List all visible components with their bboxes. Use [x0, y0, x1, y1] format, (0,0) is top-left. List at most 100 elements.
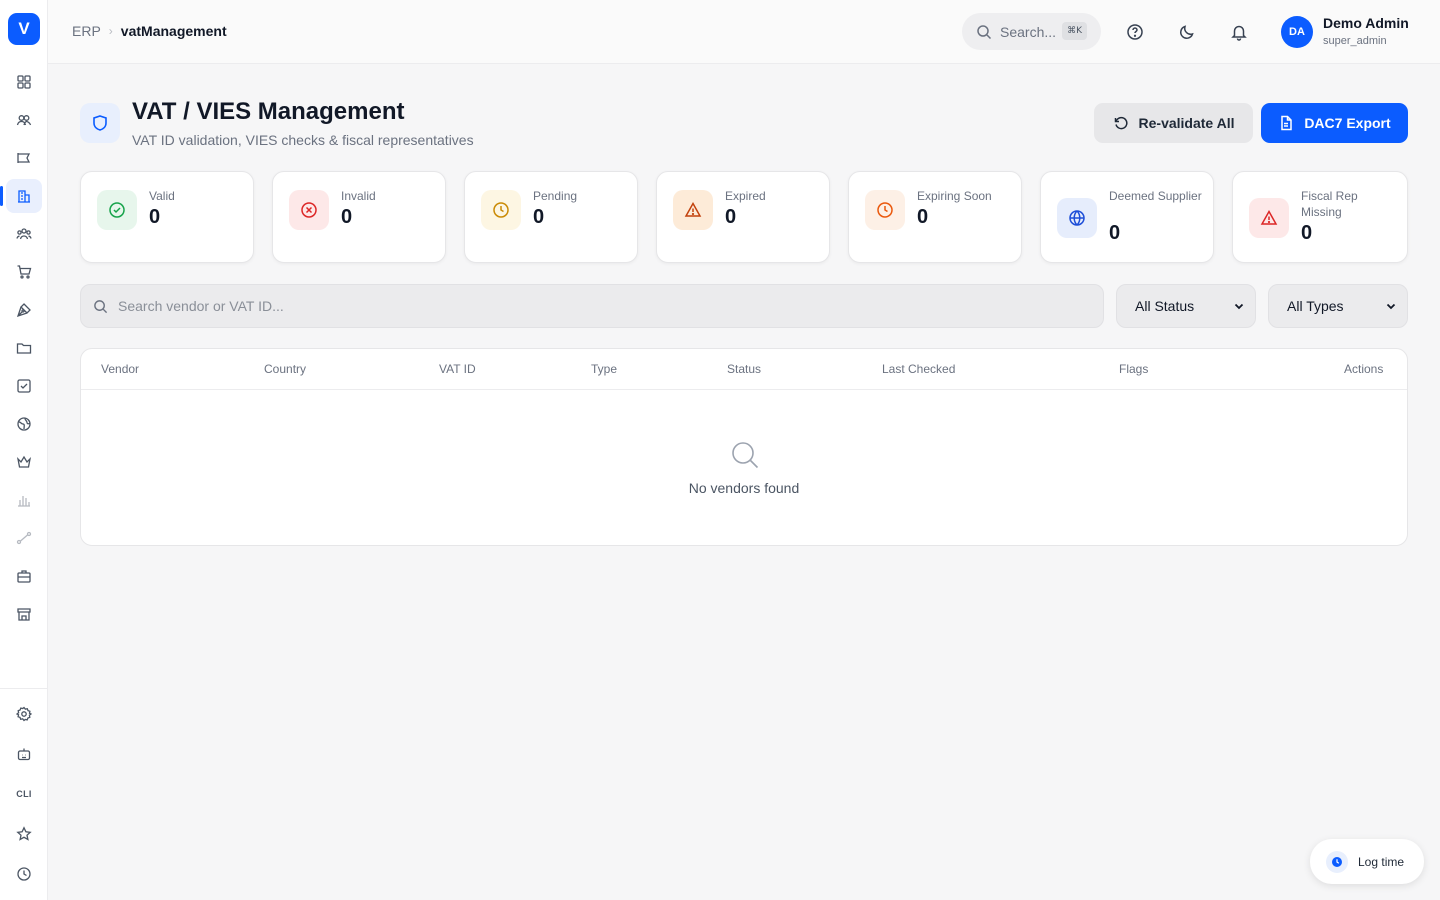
- stat-value: 0: [1301, 222, 1313, 244]
- stat-card-deemed-supplier: Deemed Supplier 0: [1040, 171, 1214, 263]
- globe-icon: [17, 417, 31, 431]
- sidebar-item-settings[interactable]: [6, 697, 42, 731]
- chevron-down-icon: [1386, 303, 1396, 310]
- sidebar-item-favorites[interactable]: [6, 817, 42, 851]
- vendors-table: Vendor Country VAT ID Type Status Last C…: [80, 348, 1408, 546]
- shield-icon: [93, 115, 107, 131]
- log-time-icon-box: [1326, 850, 1348, 873]
- stat-card-fiscal-rep-missing: Fiscal Rep Missing 0: [1232, 171, 1408, 263]
- sidebar-item-tasks[interactable]: [6, 369, 42, 403]
- sidebar-item-marketing[interactable]: [6, 141, 42, 175]
- route-icon: [16, 531, 32, 545]
- log-time-label: Log time: [1358, 854, 1405, 869]
- stat-value: 0: [341, 206, 353, 228]
- column-header-country[interactable]: Country: [264, 362, 306, 376]
- user-name[interactable]: Demo Admin: [1323, 15, 1409, 31]
- sidebar-item-files[interactable]: [6, 331, 42, 365]
- user-role: super_admin: [1323, 35, 1387, 47]
- stat-icon-box: [481, 190, 521, 230]
- cart-icon: [17, 265, 32, 279]
- dac7-export-button[interactable]: DAC7 Export: [1261, 103, 1408, 143]
- sidebar-divider: [0, 688, 48, 689]
- clock-icon: [877, 202, 893, 218]
- stat-value: 0: [149, 206, 161, 228]
- vendor-search-input[interactable]: [118, 298, 1018, 314]
- column-header-last-checked[interactable]: Last Checked: [882, 362, 955, 376]
- rotate-ccw-icon: [1114, 116, 1128, 130]
- log-time-button[interactable]: Log time: [1310, 839, 1424, 884]
- dac7-export-label: DAC7 Export: [1304, 115, 1391, 131]
- sidebar-item-history[interactable]: [6, 857, 42, 891]
- sidebar-item-orders[interactable]: [6, 255, 42, 289]
- type-filter-select[interactable]: All Types: [1268, 284, 1408, 328]
- sidebar-item-premium[interactable]: [6, 445, 42, 479]
- briefcase-icon: [17, 570, 31, 583]
- stat-icon-box: [865, 190, 905, 230]
- page-subtitle: VAT ID validation, VIES checks & fiscal …: [132, 132, 474, 148]
- breadcrumb-separator: ›: [108, 24, 113, 38]
- type-filter-value: All Types: [1287, 298, 1344, 314]
- pen-tool-icon: [16, 303, 31, 318]
- app-logo[interactable]: V: [8, 13, 40, 45]
- breadcrumb-root[interactable]: ERP: [72, 23, 101, 39]
- chevron-down-icon: [1234, 303, 1244, 310]
- status-filter-select[interactable]: All Status: [1116, 284, 1256, 328]
- column-header-flags[interactable]: Flags: [1119, 362, 1148, 376]
- x-circle-icon: [301, 202, 317, 218]
- alert-triangle-icon: [1260, 209, 1278, 225]
- bar-chart-icon: [18, 496, 30, 507]
- sidebar-item-routes[interactable]: [6, 521, 42, 555]
- sidebar-item-reports[interactable]: [6, 483, 42, 517]
- team-icon: [16, 228, 32, 240]
- stat-card-expiring-soon: Expiring Soon 0: [848, 171, 1022, 263]
- column-header-status[interactable]: Status: [727, 362, 761, 376]
- global-search[interactable]: Search... ⌘K: [962, 13, 1101, 50]
- help-icon: [1127, 24, 1143, 40]
- stat-value: 0: [917, 206, 929, 228]
- column-header-type[interactable]: Type: [591, 362, 617, 376]
- sidebar-item-company[interactable]: [0, 179, 42, 213]
- stat-value: 0: [533, 206, 545, 228]
- search-icon: [94, 299, 108, 313]
- sidebar-item-contacts[interactable]: [6, 103, 42, 137]
- stat-label: Expired: [725, 189, 766, 203]
- revalidate-all-button[interactable]: Re-validate All: [1094, 103, 1253, 143]
- sidebar-item-bot[interactable]: [6, 737, 42, 771]
- building-icon: [18, 190, 30, 203]
- globe-icon: [1069, 210, 1085, 226]
- stat-value: 0: [1109, 222, 1121, 244]
- stat-label: Pending: [533, 189, 578, 203]
- clock-icon: [17, 867, 31, 881]
- column-header-vendor[interactable]: Vendor: [101, 362, 139, 376]
- stat-icon-box: [289, 190, 329, 230]
- page-title: VAT / VIES Management: [132, 98, 405, 125]
- column-header-actions: Actions: [1344, 362, 1384, 376]
- top-bar: ERP › vatManagement Search... ⌘K DA Demo…: [48, 0, 1440, 64]
- theme-toggle-button[interactable]: [1175, 20, 1199, 44]
- stat-icon-box: [97, 190, 137, 230]
- sidebar-item-team[interactable]: [6, 217, 42, 251]
- sidebar-item-dashboard[interactable]: [6, 65, 42, 99]
- stat-card-invalid: Invalid 0: [272, 171, 446, 263]
- clock-icon: [1332, 856, 1342, 867]
- sidebar-item-web[interactable]: [6, 407, 42, 441]
- notifications-button[interactable]: [1227, 20, 1251, 44]
- column-header-vat-id[interactable]: VAT ID: [439, 362, 476, 376]
- folder-icon: [16, 343, 32, 354]
- sidebar-item-cli[interactable]: CLI: [6, 777, 42, 811]
- sidebar-item-design[interactable]: [6, 293, 42, 327]
- avatar[interactable]: DA: [1281, 16, 1313, 48]
- sidebar-item-store[interactable]: [6, 597, 42, 631]
- stat-icon-box: [1249, 198, 1289, 238]
- grid-icon: [17, 75, 31, 89]
- search-icon: [732, 442, 759, 469]
- help-button[interactable]: [1123, 20, 1147, 44]
- vendor-search-box: [80, 284, 1104, 328]
- check-circle-icon: [109, 202, 125, 218]
- clock-icon: [493, 202, 509, 218]
- file-text-icon: [1281, 115, 1293, 131]
- status-filter-value: All Status: [1135, 298, 1195, 314]
- store-icon: [17, 608, 31, 621]
- sidebar-item-jobs[interactable]: [6, 559, 42, 593]
- shortcut-badge: ⌘K: [1062, 22, 1087, 40]
